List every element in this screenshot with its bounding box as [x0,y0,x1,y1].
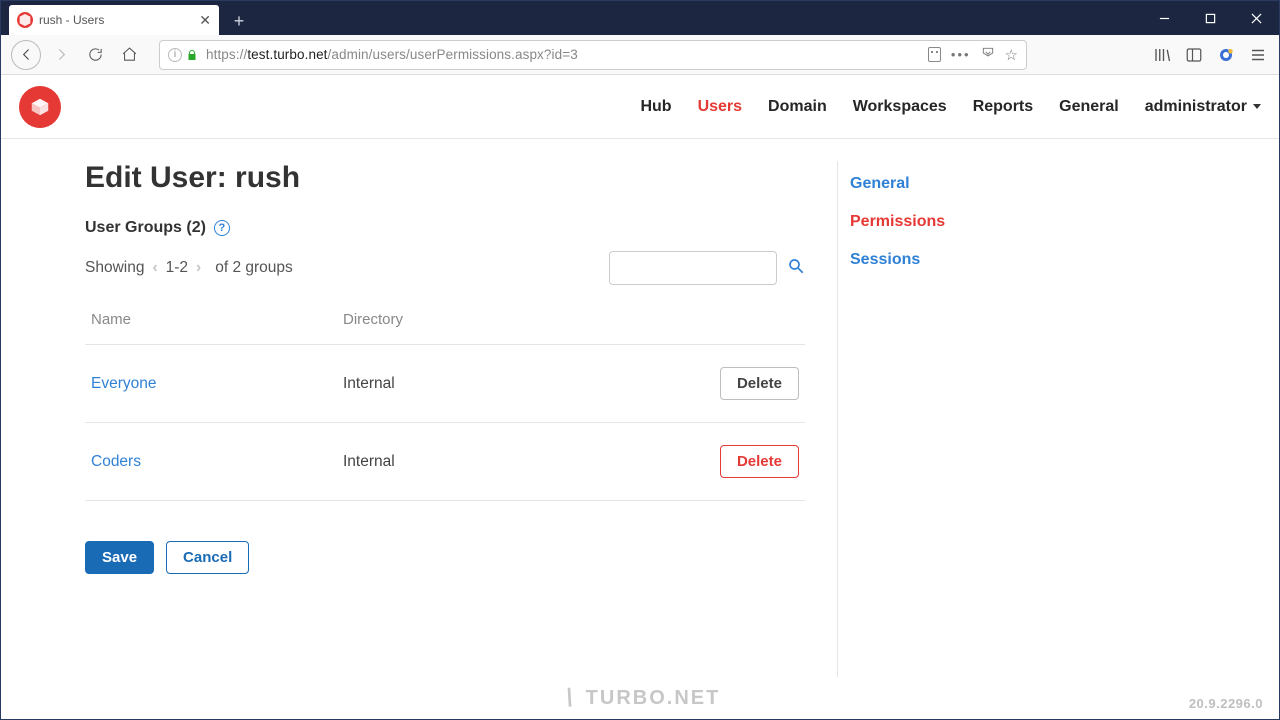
pager-range: 1-2 [166,259,188,277]
nav-item-users[interactable]: Users [698,98,742,116]
side-nav: GeneralPermissionsSessions [837,161,1007,677]
nav-forward-button [47,41,75,69]
side-nav-item-permissions[interactable]: Permissions [850,203,1007,241]
footer-brand: TURBO.NET [586,687,721,710]
content: Edit User: rush User Groups (2) ? Showin… [1,139,1279,677]
nav-reload-button[interactable] [81,41,109,69]
new-tab-button[interactable]: + [225,7,253,35]
column-header: Directory [337,297,625,345]
nav-account-menu[interactable]: administrator [1145,98,1261,116]
top-nav: Hub Users Domain Workspaces Reports General ad… [1,75,1279,139]
page-actions-icon[interactable]: ••• [951,48,971,61]
column-header [625,297,805,345]
table-row: Everyone Internal Delete [85,345,805,423]
window-controls [1141,1,1279,35]
help-icon[interactable]: ? [214,220,230,236]
cancel-button[interactable]: Cancel [166,541,249,574]
delete-button[interactable]: Delete [720,367,799,400]
form-actions: Save Cancel [85,541,805,574]
footer-slash-icon: ∖ [560,685,576,711]
pager-prev-icon[interactable]: ‹ [152,259,157,277]
chevron-down-icon [1253,104,1261,109]
sidebar-icon[interactable] [1185,46,1203,64]
nav-item-workspaces[interactable]: Workspaces [853,98,947,116]
table-row: Coders Internal Delete [85,423,805,501]
search-icon[interactable] [787,257,805,280]
hamburger-menu-icon[interactable] [1249,46,1267,64]
column-header: Name [85,297,337,345]
url-bar[interactable]: i https://test.turbo.net/admin/users/use… [159,40,1027,70]
group-link[interactable]: Coders [91,453,141,470]
pager-next-icon[interactable]: › [196,259,201,277]
site-info-icon[interactable]: i [168,48,182,62]
nav-item-hub[interactable]: Hub [640,98,671,116]
directory-cell: Internal [337,345,625,423]
reader-mode-icon[interactable] [928,47,941,62]
search-input[interactable] [609,251,777,285]
save-pocket-icon[interactable] [981,45,995,64]
footer: ∖ TURBO.NET 20.9.2296.0 [1,677,1279,719]
delete-button[interactable]: Delete [720,445,799,478]
browser-titlebar: rush - Users ✕ + [1,1,1279,35]
nav-home-button[interactable] [115,41,143,69]
groups-section-label: User Groups (2) ? [85,219,805,237]
nav-item-domain[interactable]: Domain [768,98,827,116]
tab-close-icon[interactable]: ✕ [199,12,211,29]
browser-toolbar: i https://test.turbo.net/admin/users/use… [1,35,1279,75]
browser-tab[interactable]: rush - Users ✕ [9,5,219,35]
pager-row: Showing ‹ 1-2 › of 2 groups [85,251,805,285]
footer-version: 20.9.2296.0 [1189,696,1263,711]
showing-label: Showing [85,259,144,277]
nav-item-reports[interactable]: Reports [973,98,1033,116]
extension-icon[interactable] [1217,46,1235,64]
brand-logo[interactable] [19,86,61,128]
side-nav-item-sessions[interactable]: Sessions [850,241,1007,279]
window-maximize-button[interactable] [1187,1,1233,35]
lock-icon [186,48,198,62]
page-title: Edit User: rush [85,161,805,195]
tab-strip: rush - Users ✕ + [1,1,253,35]
page: Hub Users Domain Workspaces Reports General ad… [1,75,1279,719]
favicon-icon [17,12,33,28]
save-button[interactable]: Save [85,541,154,574]
window-close-button[interactable] [1233,1,1279,35]
group-link[interactable]: Everyone [91,375,156,392]
side-nav-item-general[interactable]: General [850,165,1007,203]
tab-title: rush - Users [39,13,193,27]
toolbar-right [1153,46,1267,64]
window-minimize-button[interactable] [1141,1,1187,35]
bookmark-star-icon[interactable]: ☆ [1005,46,1018,64]
pager-suffix: of 2 groups [215,259,293,277]
library-icon[interactable] [1153,46,1171,64]
nav-item-general[interactable]: General [1059,98,1119,116]
groups-table: NameDirectory EveryoneInternalDeleteCode… [85,297,805,501]
main-panel: Edit User: rush User Groups (2) ? Showin… [85,161,805,677]
directory-cell: Internal [337,423,625,501]
nav-back-button[interactable] [11,40,41,70]
url-text: https://test.turbo.net/admin/users/userP… [206,47,922,62]
